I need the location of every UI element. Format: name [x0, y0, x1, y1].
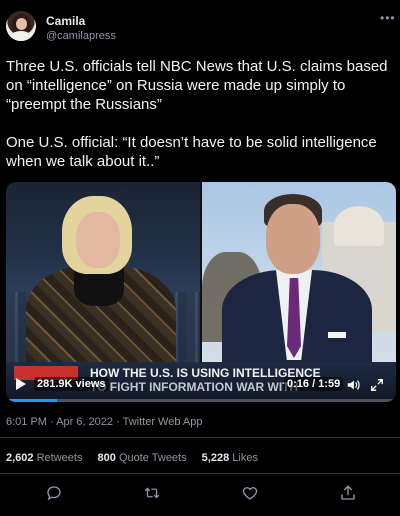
author-name[interactable]: Camila [46, 14, 85, 28]
video-progress-fill [6, 399, 57, 402]
video-controls: 281.9K views 0:16 / 1:59 [6, 374, 396, 396]
video-anchor-pane [6, 182, 200, 376]
tweet-header: Camila @camilapress ••• [0, 0, 400, 44]
fullscreen-icon[interactable] [370, 378, 384, 392]
video-progress-bar[interactable] [6, 399, 396, 402]
like-icon[interactable] [241, 484, 259, 502]
tweet-stats: 2,602 Retweets 800 Quote Tweets 5,228 Li… [6, 452, 270, 464]
divider [0, 473, 400, 474]
reply-icon[interactable] [45, 484, 63, 502]
author-handle[interactable]: @camilapress [46, 30, 116, 42]
tweet-paragraph: One U.S. official: “It doesn’t have to b… [6, 134, 377, 170]
avatar[interactable] [6, 11, 36, 41]
tweet-text: Three U.S. officials tell NBC News that … [6, 57, 396, 190]
divider [0, 437, 400, 438]
play-icon[interactable] [16, 378, 26, 390]
tweet-timestamp[interactable]: 6:01 PM · Apr 6, 2022 · Twitter Web App [6, 416, 202, 428]
view-count: 281.9K views [34, 377, 109, 391]
more-options-icon[interactable]: ••• [380, 11, 396, 25]
retweet-icon[interactable] [143, 484, 161, 502]
quote-tweets-stat[interactable]: 800 Quote Tweets [98, 452, 187, 464]
retweets-stat[interactable]: 2,602 Retweets [6, 452, 82, 464]
share-icon[interactable] [339, 484, 357, 502]
video-time: 0:16 / 1:59 [284, 377, 344, 391]
volume-icon[interactable] [346, 378, 360, 392]
tweet-actions [0, 484, 400, 506]
tweet-paragraph: Three U.S. officials tell NBC News that … [6, 58, 388, 113]
video-player[interactable]: HOW THE U.S. IS USING INTELLIGENCE TO FI… [6, 182, 396, 402]
likes-stat[interactable]: 5,228 Likes [202, 452, 258, 464]
video-guest-pane [202, 182, 396, 370]
